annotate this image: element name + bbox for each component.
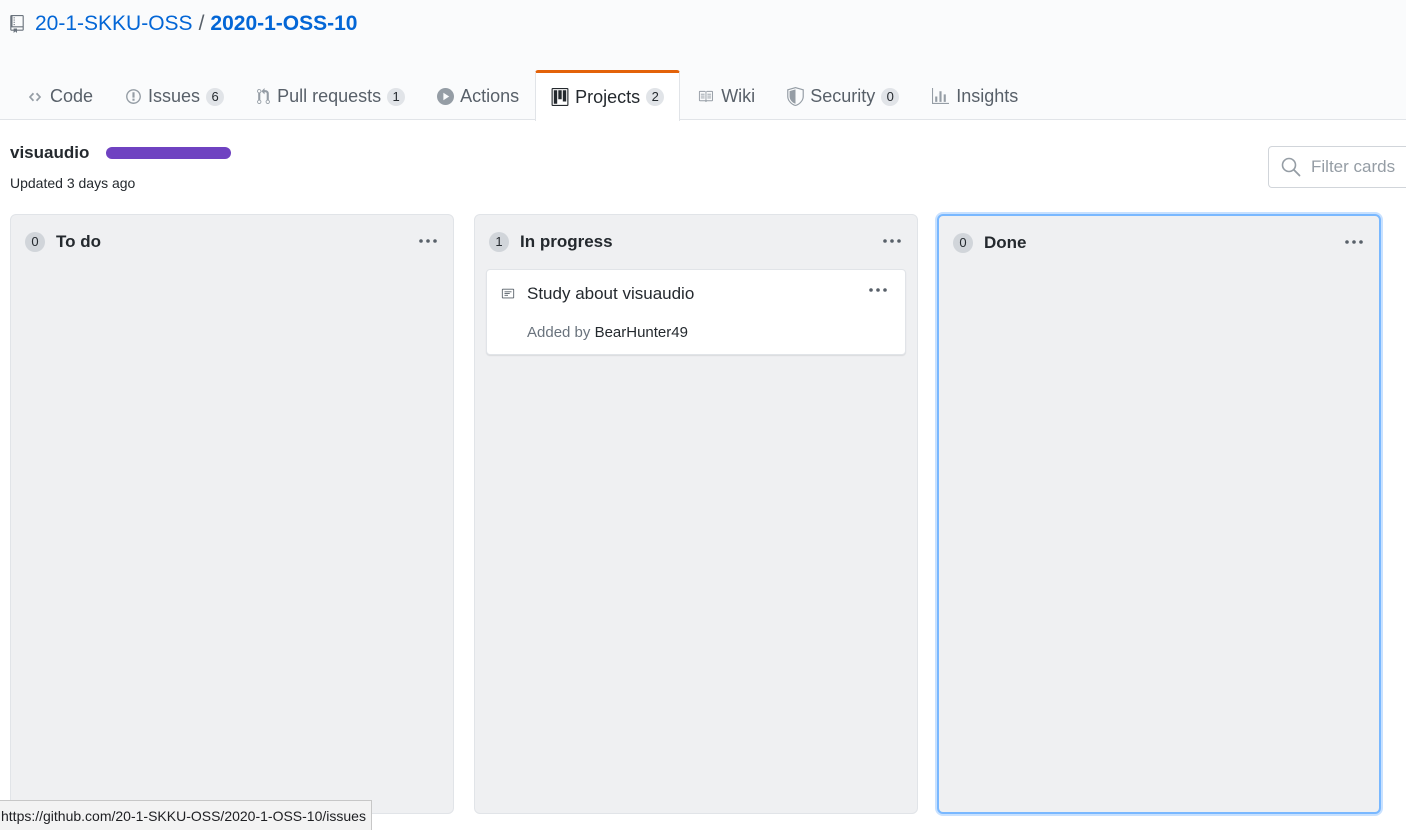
column-title: Done <box>984 233 1027 252</box>
project-progress-bar <box>106 147 231 159</box>
pull-request-icon <box>256 88 271 105</box>
tab-insights[interactable]: Insights <box>915 70 1034 120</box>
tab-issues[interactable]: Issues 6 <box>109 70 240 120</box>
column-header: 0 Done <box>953 233 1027 253</box>
column-to-do[interactable]: 0 To do <box>10 214 454 814</box>
project-name[interactable]: visuaudio <box>10 143 89 163</box>
browser-status-url: https://github.com/20-1-SKKU-OSS/2020-1-… <box>0 800 372 830</box>
graph-icon <box>931 88 950 105</box>
column-title: To do <box>56 232 101 251</box>
column-card-count: 0 <box>25 232 45 252</box>
repo-separator: / <box>198 12 205 35</box>
card-title: Study about visuaudio <box>527 284 695 303</box>
security-counter: 0 <box>881 87 900 106</box>
repo-title: 20-1-SKKU-OSS / 2020-1-OSS-10 <box>10 10 358 38</box>
column-header: 0 To do <box>25 232 101 252</box>
repo-owner-link[interactable]: 20-1-SKKU-OSS <box>35 12 193 36</box>
pull-requests-counter: 1 <box>387 87 406 106</box>
column-header: 1 In progress <box>489 232 613 252</box>
search-icon <box>1281 157 1301 177</box>
column-card-count: 1 <box>489 232 509 252</box>
card-added-by-label: Added by <box>527 324 591 341</box>
tab-pull-requests[interactable]: Pull requests 1 <box>240 70 421 120</box>
column-done[interactable]: 0 Done <box>937 214 1381 814</box>
shield-icon <box>787 87 804 106</box>
column-menu-button[interactable] <box>1343 232 1365 252</box>
code-icon <box>26 90 44 104</box>
note-card[interactable]: Study about visuaudio Added by BearHunte… <box>486 269 906 355</box>
kebab-horizontal-icon <box>883 239 901 243</box>
tab-projects-label: Projects <box>575 86 641 107</box>
column-title: In progress <box>520 232 613 251</box>
filter-cards-input[interactable] <box>1311 157 1406 177</box>
issues-counter: 6 <box>206 87 225 106</box>
column-card-count: 0 <box>953 233 973 253</box>
card-meta: Added by BearHunter49 <box>527 324 688 341</box>
tab-security[interactable]: Security 0 <box>771 70 915 120</box>
kebab-horizontal-icon <box>419 239 437 243</box>
tab-projects[interactable]: Projects 2 <box>535 70 681 121</box>
repo-header: 20-1-SKKU-OSS / 2020-1-OSS-10 Code Issue… <box>0 0 1406 121</box>
column-menu-button[interactable] <box>881 231 903 251</box>
tab-issues-label: Issues <box>148 86 201 106</box>
card-menu-button[interactable] <box>867 282 889 298</box>
column-menu-button[interactable] <box>417 231 439 251</box>
tab-pull-requests-label: Pull requests <box>277 86 382 106</box>
tab-security-label: Security <box>810 86 876 106</box>
play-icon <box>437 88 455 105</box>
kebab-horizontal-icon <box>869 288 887 292</box>
repo-name-link[interactable]: 2020-1-OSS-10 <box>210 12 357 36</box>
card-author-link[interactable]: BearHunter49 <box>595 324 688 341</box>
project-updated-text: Updated 3 days ago <box>10 175 136 191</box>
note-icon <box>499 287 517 301</box>
projects-counter: 2 <box>646 88 665 106</box>
tab-wiki-label: Wiki <box>721 86 756 106</box>
column-in-progress[interactable]: 1 In progress Study about visuaudio Adde… <box>474 214 918 814</box>
filter-cards-box[interactable] <box>1268 146 1406 188</box>
issue-icon <box>125 88 142 105</box>
tab-actions[interactable]: Actions <box>421 70 535 120</box>
project-icon <box>551 88 569 106</box>
kebab-horizontal-icon <box>1345 240 1363 244</box>
tab-actions-label: Actions <box>460 86 520 106</box>
repo-nav-tabs: Code Issues 6 Pull requests 1 Actions Pr… <box>10 70 1034 121</box>
book-icon <box>696 89 715 104</box>
tab-code-label: Code <box>50 86 94 106</box>
tab-wiki[interactable]: Wiki <box>680 70 771 120</box>
tab-insights-label: Insights <box>956 86 1019 106</box>
tab-code[interactable]: Code <box>10 70 109 120</box>
repo-icon <box>10 13 26 35</box>
